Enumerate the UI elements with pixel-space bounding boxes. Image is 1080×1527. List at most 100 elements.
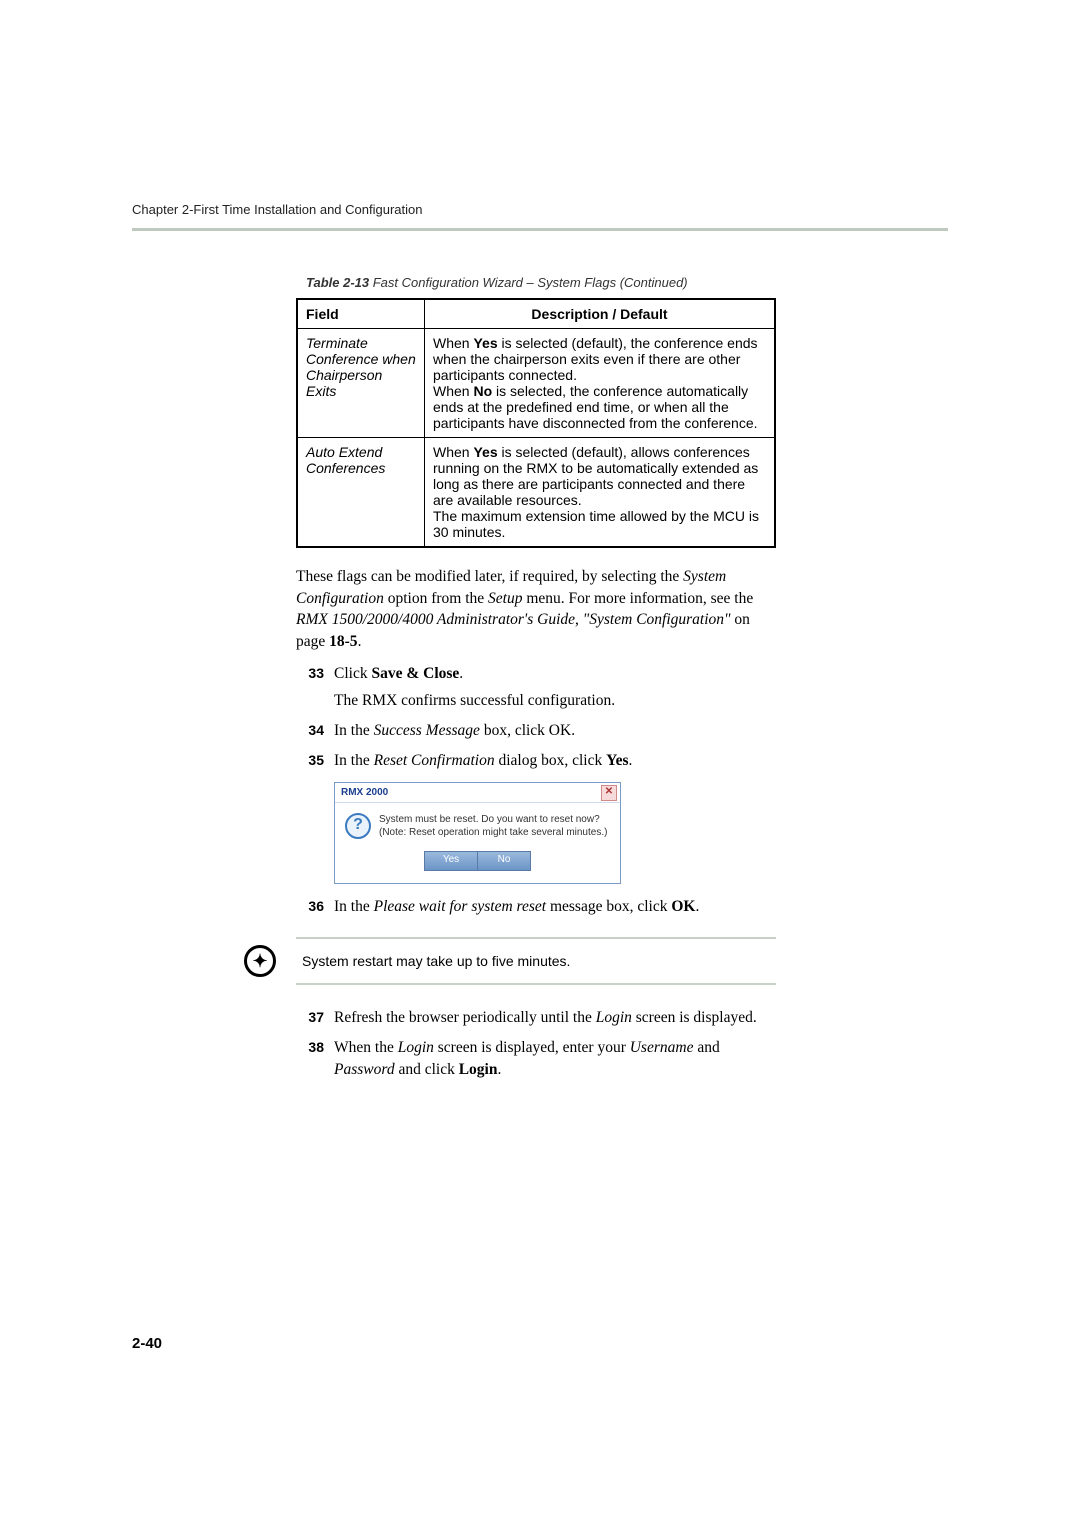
step-num: 37 xyxy=(296,1007,334,1029)
step-num: 33 xyxy=(296,663,334,685)
step-33: 33 Click Save & Close. xyxy=(296,663,776,685)
bold: OK xyxy=(671,898,695,915)
step-33-sub: The RMX confirms successful configuratio… xyxy=(334,690,776,712)
note-text: System restart may take up to five minut… xyxy=(296,937,776,985)
dialog-titlebar: RMX 2000 ✕ xyxy=(335,783,620,802)
bold: Save & Close xyxy=(371,665,459,682)
txt: These flags can be modified later, if re… xyxy=(296,568,683,585)
desc-cell: When Yes is selected (default), allows c… xyxy=(425,438,776,548)
txt: When xyxy=(433,383,473,399)
step-text: When the Login screen is displayed, ente… xyxy=(334,1037,776,1080)
line: System must be reset. Do you want to res… xyxy=(379,813,607,826)
page-ref: 18-5 xyxy=(329,633,357,650)
dialog-body: ? System must be reset. Do you want to r… xyxy=(335,803,620,845)
italic: Username xyxy=(630,1039,694,1056)
step-text: In the Reset Confirmation dialog box, cl… xyxy=(334,750,776,772)
step-34: 34 In the Success Message box, click OK. xyxy=(296,720,776,742)
caption-text: Fast Configuration Wizard – System Flags… xyxy=(369,275,688,290)
step-num: 35 xyxy=(296,750,334,772)
close-icon[interactable]: ✕ xyxy=(601,785,617,801)
table-row: Terminate Conference when Chairperson Ex… xyxy=(297,329,775,438)
note-block: ✦ System restart may take up to five min… xyxy=(296,937,776,985)
txt: menu. For more information, see the xyxy=(522,590,753,607)
note-icon: ✦ xyxy=(244,945,276,977)
bold: Yes xyxy=(473,444,497,460)
dialog-message: System must be reset. Do you want to res… xyxy=(379,813,607,839)
desc-cell: When Yes is selected (default), the conf… xyxy=(425,329,776,438)
step-text: Refresh the browser periodically until t… xyxy=(334,1007,776,1029)
step-text: Click Save & Close. xyxy=(334,663,776,685)
note-icon-wrap: ✦ xyxy=(235,945,285,977)
dialog-buttons: Yes No xyxy=(335,845,620,883)
italic: Password xyxy=(334,1061,395,1078)
italic: Login xyxy=(398,1039,434,1056)
txt: dialog box, click xyxy=(495,752,607,769)
question-icon: ? xyxy=(345,813,371,839)
bold: Yes xyxy=(606,752,628,769)
txt: screen is displayed. xyxy=(632,1009,757,1026)
italic: Success Message xyxy=(374,722,480,739)
txt: . xyxy=(459,665,463,682)
line: (Note: Reset operation might take severa… xyxy=(379,826,607,839)
txt: The maximum extension time allowed by th… xyxy=(433,508,759,540)
txt: . xyxy=(628,752,632,769)
caption-num: Table 2-13 xyxy=(306,275,369,290)
step-36: 36 In the Please wait for system reset m… xyxy=(296,896,776,918)
txt: message box, click xyxy=(546,898,671,915)
table-header-row: Field Description / Default xyxy=(297,299,775,329)
page: Chapter 2-First Time Installation and Co… xyxy=(0,0,1080,1527)
step-text: In the Please wait for system reset mess… xyxy=(334,896,776,918)
col-field: Field xyxy=(297,299,425,329)
page-header: Chapter 2-First Time Installation and Co… xyxy=(132,202,948,225)
steps: 33 Click Save & Close. The RMX confirms … xyxy=(296,663,776,917)
bold: Login xyxy=(459,1061,498,1078)
bold: No xyxy=(473,383,492,399)
txt: box, click OK. xyxy=(480,722,575,739)
txt: When xyxy=(433,444,473,460)
steps-2: 37 Refresh the browser periodically unti… xyxy=(296,1007,776,1080)
txt: In the xyxy=(334,752,374,769)
col-desc: Description / Default xyxy=(425,299,776,329)
txt: Refresh the browser periodically until t… xyxy=(334,1009,596,1026)
txt: screen is displayed, enter your xyxy=(434,1039,630,1056)
dialog: RMX 2000 ✕ ? System must be reset. Do yo… xyxy=(334,782,621,884)
txt: When the xyxy=(334,1039,398,1056)
italic: "System Configuration" xyxy=(583,611,731,628)
txt: . xyxy=(695,898,699,915)
txt: , xyxy=(575,611,583,628)
txt: In the xyxy=(334,898,374,915)
txt: In the xyxy=(334,722,374,739)
txt: . xyxy=(358,633,362,650)
no-button[interactable]: No xyxy=(478,851,531,871)
step-37: 37 Refresh the browser periodically unti… xyxy=(296,1007,776,1029)
step-text: In the Success Message box, click OK. xyxy=(334,720,776,742)
dialog-title: RMX 2000 xyxy=(341,787,388,798)
italic: Setup xyxy=(488,590,522,607)
step-num: 36 xyxy=(296,896,334,918)
header-rule xyxy=(132,228,948,231)
txt: and xyxy=(693,1039,719,1056)
content: Table 2-13 Fast Configuration Wizard – S… xyxy=(296,275,776,1080)
table-caption: Table 2-13 Fast Configuration Wizard – S… xyxy=(306,275,776,290)
italic: Login xyxy=(596,1009,632,1026)
step-38: 38 When the Login screen is displayed, e… xyxy=(296,1037,776,1080)
txt: Click xyxy=(334,665,371,682)
txt: When xyxy=(433,335,473,351)
page-number: 2-40 xyxy=(132,1335,162,1352)
intro-paragraph: These flags can be modified later, if re… xyxy=(296,566,776,653)
step-num: 38 xyxy=(296,1037,334,1080)
txt: and click xyxy=(395,1061,459,1078)
table-row: Auto Extend Conferences When Yes is sele… xyxy=(297,438,775,548)
yes-button[interactable]: Yes xyxy=(424,851,478,871)
reset-dialog-screenshot: RMX 2000 ✕ ? System must be reset. Do yo… xyxy=(334,782,776,884)
bold: Yes xyxy=(473,335,497,351)
step-35: 35 In the Reset Confirmation dialog box,… xyxy=(296,750,776,772)
italic: Reset Confirmation xyxy=(374,752,495,769)
txt: option from the xyxy=(384,590,488,607)
system-flags-table: Field Description / Default Terminate Co… xyxy=(296,298,776,548)
field-cell: Terminate Conference when Chairperson Ex… xyxy=(297,329,425,438)
italic: Please wait for system reset xyxy=(374,898,546,915)
italic: RMX 1500/2000/4000 Administrator's Guide xyxy=(296,611,575,628)
field-cell: Auto Extend Conferences xyxy=(297,438,425,548)
txt: . xyxy=(497,1061,501,1078)
